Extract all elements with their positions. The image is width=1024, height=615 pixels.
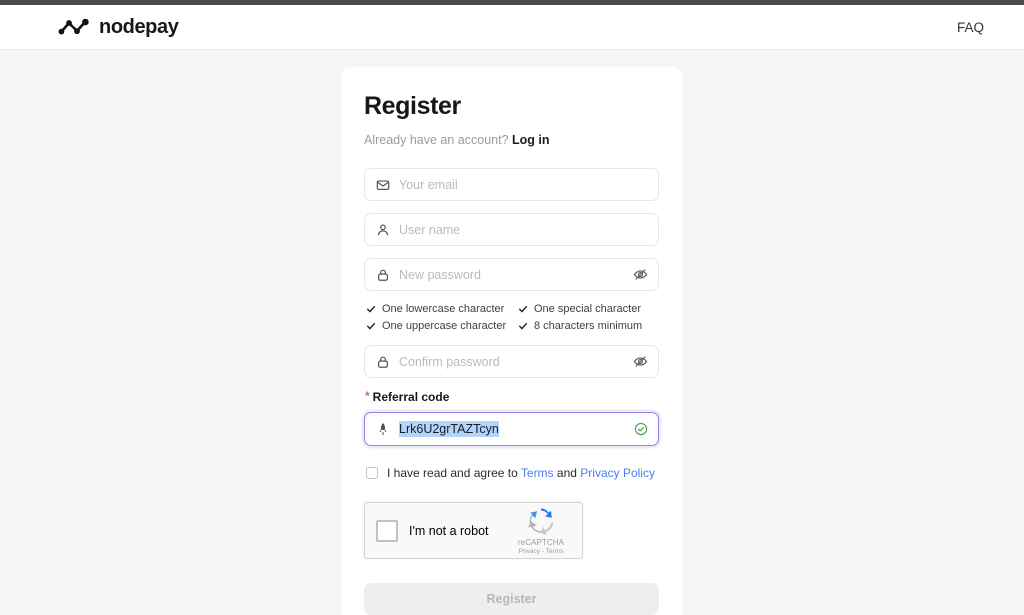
recaptcha-brand-name: reCAPTCHA [517, 537, 565, 547]
agreement-conjunction: and [556, 466, 577, 480]
check-icon [518, 321, 528, 331]
recaptcha-branding: reCAPTCHA Privacy - Terms [510, 507, 572, 555]
confirm-password-field[interactable]: Confirm password [364, 345, 659, 378]
lock-icon [376, 268, 390, 282]
faq-link[interactable]: FAQ [957, 20, 984, 35]
terms-agreement-row: I have read and agree to Terms and Priva… [366, 466, 659, 480]
confirm-password-placeholder: Confirm password [399, 354, 500, 369]
register-submit-button[interactable]: Register [364, 583, 659, 615]
referral-code-value: Lrk6U2grTAZTcyn [399, 421, 499, 437]
email-placeholder: Your email [399, 177, 458, 192]
requirement-label: 8 characters minimum [534, 320, 643, 332]
recaptcha-checkbox[interactable] [376, 519, 398, 542]
terms-agreement-text: I have read and agree to Terms and Priva… [387, 466, 655, 480]
login-prompt: Already have an account? Log in [364, 133, 659, 147]
referral-code-label: * Referral code [365, 390, 659, 404]
nodepay-zigzag-logo-icon [58, 18, 89, 35]
requirement-item: One lowercase character [366, 303, 518, 315]
page-body: Register Already have an account? Log in… [0, 50, 1024, 615]
new-password-placeholder: New password [399, 267, 481, 282]
privacy-policy-link[interactable]: Privacy Policy [580, 466, 655, 480]
recaptcha-logo-icon [528, 507, 554, 535]
log-in-link[interactable]: Log in [512, 133, 550, 147]
new-password-field[interactable]: New password [364, 258, 659, 291]
check-icon [518, 304, 528, 314]
user-icon [376, 223, 390, 237]
email-field[interactable]: Your email [364, 168, 659, 201]
lock-icon [376, 355, 390, 369]
requirement-item: One special character [518, 303, 659, 315]
requirement-label: One special character [534, 303, 641, 315]
agreement-prefix: I have read and agree to [387, 466, 518, 480]
page-title: Register [364, 92, 461, 120]
brand-name: nodepay [99, 15, 179, 38]
eye-off-icon[interactable] [633, 354, 648, 369]
check-circle-icon [634, 422, 648, 436]
login-prompt-text: Already have an account? [364, 133, 509, 147]
rocket-icon [376, 422, 390, 436]
register-card: Register Already have an account? Log in… [341, 67, 682, 615]
recaptcha-label: I'm not a robot [409, 523, 489, 538]
recaptcha-widget[interactable]: I'm not a robot reCAPTCHA Privacy - Term… [364, 502, 583, 559]
requirement-label: One uppercase character [382, 320, 507, 332]
referral-code-field[interactable]: Lrk6U2grTAZTcyn [364, 412, 659, 446]
referral-code-label-text: Referral code [372, 390, 450, 404]
referral-code-value-wrap: Lrk6U2grTAZTcyn [399, 421, 634, 437]
username-placeholder: User name [399, 222, 461, 237]
terms-link[interactable]: Terms [521, 466, 554, 480]
check-icon [366, 321, 376, 331]
terms-checkbox[interactable] [366, 467, 378, 479]
requirement-label: One lowercase character [382, 303, 505, 315]
username-field[interactable]: User name [364, 213, 659, 246]
password-requirements: One lowercase character One special char… [366, 303, 659, 332]
recaptcha-legal-links[interactable]: Privacy - Terms [519, 548, 564, 555]
required-marker: * [365, 389, 370, 403]
requirement-item: One uppercase character [366, 320, 518, 332]
requirement-item: 8 characters minimum [518, 320, 659, 332]
brand[interactable]: nodepay [58, 15, 179, 39]
eye-off-icon[interactable] [633, 267, 648, 282]
check-icon [366, 304, 376, 314]
page-header: nodepay FAQ [0, 5, 1024, 50]
envelope-icon [376, 178, 390, 192]
